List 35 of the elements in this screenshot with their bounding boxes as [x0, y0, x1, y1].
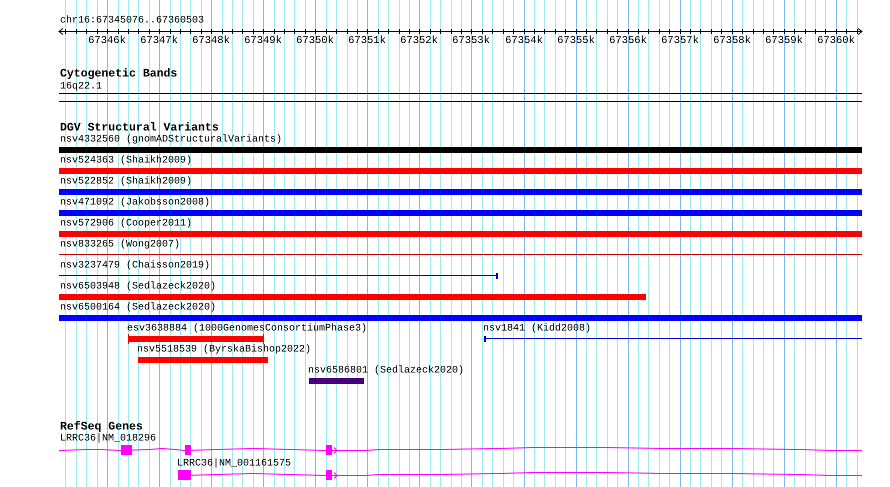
tick-label: 67355k — [557, 35, 595, 47]
tick-label: 67360k — [817, 35, 855, 47]
variant-label: esv3638884 (1000GenomesConsortiumPhase3) — [127, 324, 368, 334]
tick-label: 67353k — [452, 35, 490, 47]
variant-label: nsv524363 (Shaikh2009) — [60, 156, 192, 166]
variant-label: nsv471092 (Jakobsson2008) — [60, 198, 210, 208]
tick-label: 67354k — [505, 35, 543, 47]
variant-label: nsv522852 (Shaikh2009) — [60, 176, 192, 188]
track-title: DGV Structural Variants — [60, 122, 219, 134]
track-title: Cytogenetic Bands — [60, 68, 178, 80]
gene-label: LRRC36|NM_001161575 — [177, 458, 292, 470]
tick-label: 67350k — [296, 35, 334, 47]
variant-label: nsv4332560 (gnomADStructuralVariants) — [60, 134, 282, 146]
variant-label: nsv6586801 (Sedlazeck2020) — [308, 366, 464, 376]
variant-label: nsv6500164 (Sedlazeck2020) — [60, 302, 216, 314]
gene-label: LRRC36|NM_018296 — [60, 434, 156, 444]
tick-label: 67358k — [713, 35, 751, 47]
tick-label: 67348k — [192, 35, 230, 47]
tick-label: 67346k — [88, 35, 126, 47]
variant-label: nsv3237479 (Chaisson2019) — [60, 260, 210, 272]
variant-label: nsv833265 (Wong2007) — [60, 240, 180, 250]
variant-label: nsv1841 (Kidd2008) — [483, 324, 592, 334]
tick-label: 67351k — [348, 35, 386, 47]
tick-label: 67356k — [609, 35, 647, 47]
tick-label: 67357k — [661, 35, 699, 47]
variant-label: nsv6503948 (Sedlazeck2020) — [60, 282, 216, 292]
tick-label: 67347k — [140, 35, 178, 47]
band-label: 16q22.1 — [60, 82, 102, 92]
variant-label: nsv5518539 (ByrskaBishop2022) — [137, 344, 312, 356]
tick-label: 67359k — [765, 35, 803, 47]
tick-label: 67349k — [244, 35, 282, 47]
variant-label: nsv572906 (Cooper2011) — [60, 218, 192, 230]
track-title: RefSeq Genes — [60, 420, 143, 434]
location-label: chr16:67345076..67360503 — [60, 16, 204, 26]
tick-label: 67352k — [400, 35, 438, 47]
